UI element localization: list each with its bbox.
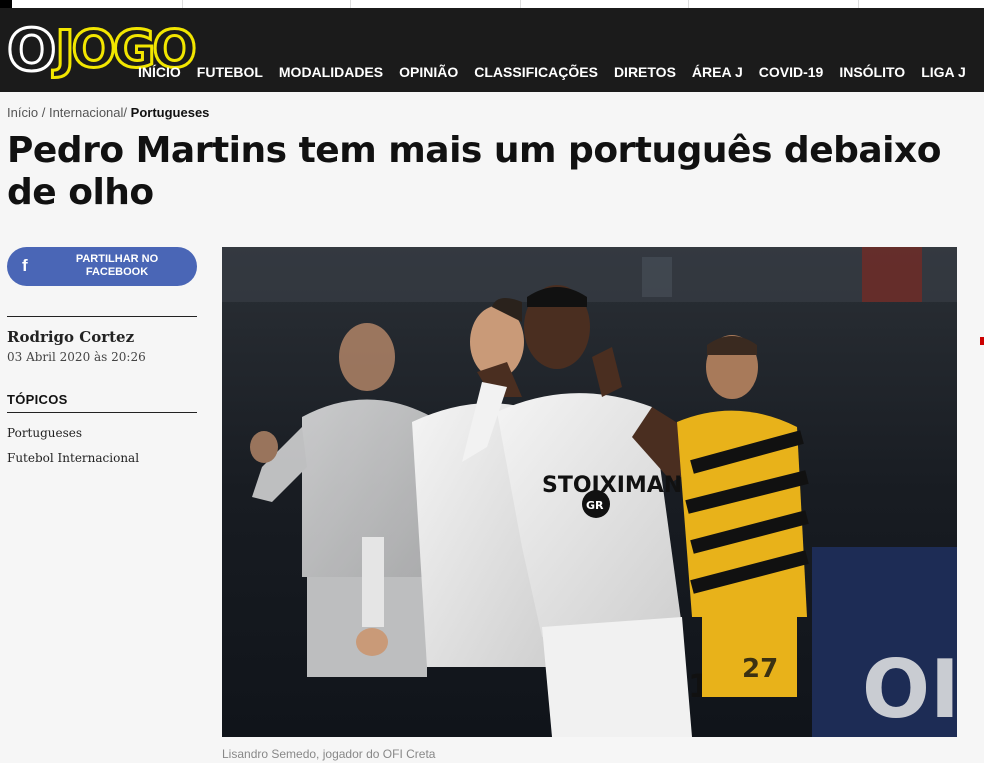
- nav-item-opiniao[interactable]: OPINIÃO: [391, 62, 466, 82]
- photo-sponsor-tag: GR: [586, 499, 604, 512]
- breadcrumb-home[interactable]: Início: [7, 105, 38, 120]
- article-title: Pedro Martins tem mais um português deba…: [7, 130, 941, 213]
- top-strip-tab[interactable]: [688, 0, 859, 8]
- top-strip: [0, 0, 984, 8]
- nav-item-inicio[interactable]: INÍCIO: [130, 62, 189, 82]
- logo-o: O: [5, 16, 57, 84]
- edge-marker: [980, 337, 984, 345]
- top-strip-corner: [0, 0, 12, 8]
- photo-back-number: 27: [742, 654, 778, 684]
- breadcrumb-current: Portugueses: [130, 105, 210, 120]
- nav-item-covid-19[interactable]: COVID-19: [751, 62, 832, 82]
- svg-text:OI: OI: [862, 643, 957, 736]
- top-strip-tab[interactable]: [350, 0, 521, 8]
- breadcrumb-separator: /: [41, 105, 46, 120]
- site-header: O JOGO INÍCIO FUTEBOL MODALIDADES OPINIÃ…: [0, 8, 984, 92]
- top-strip-tab[interactable]: [182, 0, 351, 8]
- topic-link-futebol-internacional[interactable]: Futebol Internacional: [7, 451, 139, 465]
- article-photo[interactable]: OI STOIXIMAN GR 11: [222, 247, 957, 737]
- site-logo[interactable]: O JOGO: [5, 16, 198, 84]
- top-strip-tab[interactable]: [12, 0, 183, 8]
- photo-caption: Lisandro Semedo, jogador do OFI Creta: [222, 747, 436, 761]
- share-facebook-button[interactable]: f PARTILHAR NO FACEBOOK: [7, 247, 197, 286]
- nav-item-insolito[interactable]: INSÓLITO: [831, 62, 913, 82]
- main-nav: INÍCIO FUTEBOL MODALIDADES OPINIÃO CLASS…: [130, 62, 974, 82]
- photo-illustration: OI STOIXIMAN GR 11: [222, 247, 957, 737]
- breadcrumb: Início / Internacional/ Portugueses: [7, 105, 209, 120]
- nav-item-area-j[interactable]: ÁREA J: [684, 62, 751, 82]
- share-facebook-label: PARTILHAR NO FACEBOOK: [75, 253, 159, 278]
- article-author[interactable]: Rodrigo Cortez: [7, 328, 134, 346]
- facebook-icon: f: [22, 256, 28, 275]
- article-date: 03 Abril 2020 às 20:26: [7, 350, 146, 364]
- nav-item-futebol[interactable]: FUTEBOL: [189, 62, 271, 82]
- nav-item-classificacoes[interactable]: CLASSIFICAÇÕES: [466, 62, 606, 82]
- breadcrumb-section[interactable]: Internacional: [49, 105, 123, 120]
- topic-link-portugueses[interactable]: Portugueses: [7, 426, 82, 440]
- divider: [7, 316, 197, 317]
- nav-item-diretos[interactable]: DIRETOS: [606, 62, 684, 82]
- divider: [7, 412, 197, 413]
- breadcrumb-separator: /: [123, 105, 128, 120]
- topics-heading: TÓPICOS: [7, 392, 68, 407]
- top-strip-tab[interactable]: [520, 0, 689, 8]
- photo-sponsor-text: STOIXIMAN: [542, 473, 682, 498]
- nav-item-modalidades[interactable]: MODALIDADES: [271, 62, 391, 82]
- nav-item-liga-j[interactable]: LIGA J: [913, 62, 974, 82]
